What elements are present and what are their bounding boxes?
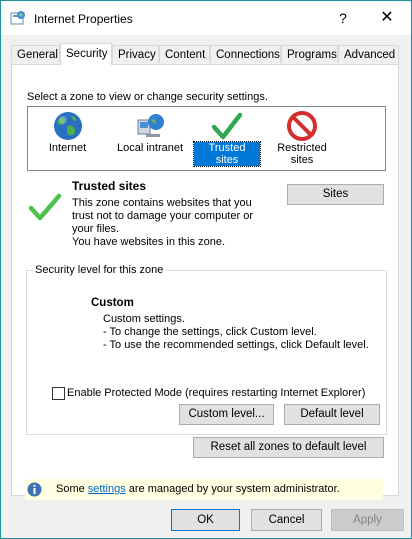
security-tab-panel: Select a zone to view or change security… (11, 64, 399, 496)
tab-advanced[interactable]: Advanced (338, 45, 399, 63)
tab-security[interactable]: Security (60, 43, 112, 65)
zone-desc-line: You have websites in this zone. (72, 236, 226, 248)
settings-link[interactable]: settings (88, 483, 126, 495)
zone-desc-line: This zone contains websites that you (72, 197, 252, 209)
globe-icon (53, 112, 82, 140)
level-description: Custom settings. - To change the setting… (103, 313, 369, 352)
zone-local-intranet[interactable]: Local intranet (114, 107, 186, 154)
zone-desc-line: trust not to damage your computer or (72, 210, 253, 222)
admin-info-suffix: are managed by your system administrator… (125, 483, 340, 495)
tab-connections[interactable]: Connections (210, 45, 281, 63)
apply-button[interactable]: Apply (331, 509, 404, 531)
level-desc-line: - To change the settings, click Custom l… (103, 326, 317, 338)
security-level-group: Security level for this zone Custom Cust… (26, 264, 387, 435)
zone-description: This zone contains websites that you tru… (72, 197, 253, 249)
reset-all-zones-button[interactable]: Reset all zones to default level (193, 437, 384, 458)
info-icon (27, 482, 42, 497)
title-bar[interactable]: Internet Properties ? ✕ (1, 1, 411, 35)
admin-info-text: Some settings are managed by your system… (56, 483, 340, 495)
window-title: Internet Properties (34, 12, 133, 26)
zone-label-trusted-sites: Trusted sites (193, 141, 261, 167)
zone-label-restricted-line2: sites (290, 154, 314, 166)
zone-label-internet: Internet (48, 142, 87, 154)
zone-internet[interactable]: Internet (40, 107, 95, 154)
tab-content[interactable]: Content (159, 45, 210, 63)
cancel-button[interactable]: Cancel (251, 509, 322, 531)
zone-desc-line: your files. (72, 223, 120, 235)
internet-properties-icon (10, 11, 25, 25)
security-level-legend: Security level for this zone (33, 264, 166, 276)
level-name: Custom (91, 297, 134, 309)
tab-privacy[interactable]: Privacy (112, 45, 159, 63)
custom-level-button[interactable]: Custom level... (179, 404, 274, 425)
tab-strip: General Security Privacy Content Connect… (11, 43, 401, 65)
trusted-sites-check-icon (28, 193, 62, 221)
level-desc-line: - To use the recommended settings, click… (103, 339, 369, 351)
sites-button[interactable]: Sites (287, 184, 384, 205)
zone-restricted-sites[interactable]: Restricted sites (268, 107, 336, 166)
tab-general[interactable]: General (11, 45, 60, 63)
zone-label-restricted-line1: Restricted (277, 142, 327, 154)
zone-list: Internet Local intranet Trusted sites Re… (27, 106, 386, 171)
zone-label-local-intranet: Local intranet (116, 142, 184, 154)
default-level-button[interactable]: Default level (284, 404, 380, 425)
zone-prompt: Select a zone to view or change security… (27, 91, 268, 103)
tab-programs[interactable]: Programs (281, 45, 338, 63)
checkmark-icon (211, 112, 243, 140)
ok-button[interactable]: OK (171, 509, 240, 531)
internet-properties-window: Internet Properties ? ✕ General Security… (0, 0, 412, 539)
intranet-icon (137, 114, 164, 137)
help-button[interactable]: ? (331, 7, 355, 29)
protected-mode-checkbox[interactable] (52, 387, 65, 400)
admin-info-bar: Some settings are managed by your system… (25, 479, 383, 500)
admin-info-prefix: Some (56, 483, 88, 495)
zone-trusted-sites[interactable]: Trusted sites (193, 107, 261, 167)
level-desc-line: Custom settings. (103, 313, 185, 325)
close-button[interactable]: ✕ (373, 7, 401, 29)
restricted-icon (287, 111, 317, 141)
protected-mode-label: Enable Protected Mode (requires restarti… (67, 387, 366, 399)
zone-title: Trusted sites (72, 179, 147, 193)
